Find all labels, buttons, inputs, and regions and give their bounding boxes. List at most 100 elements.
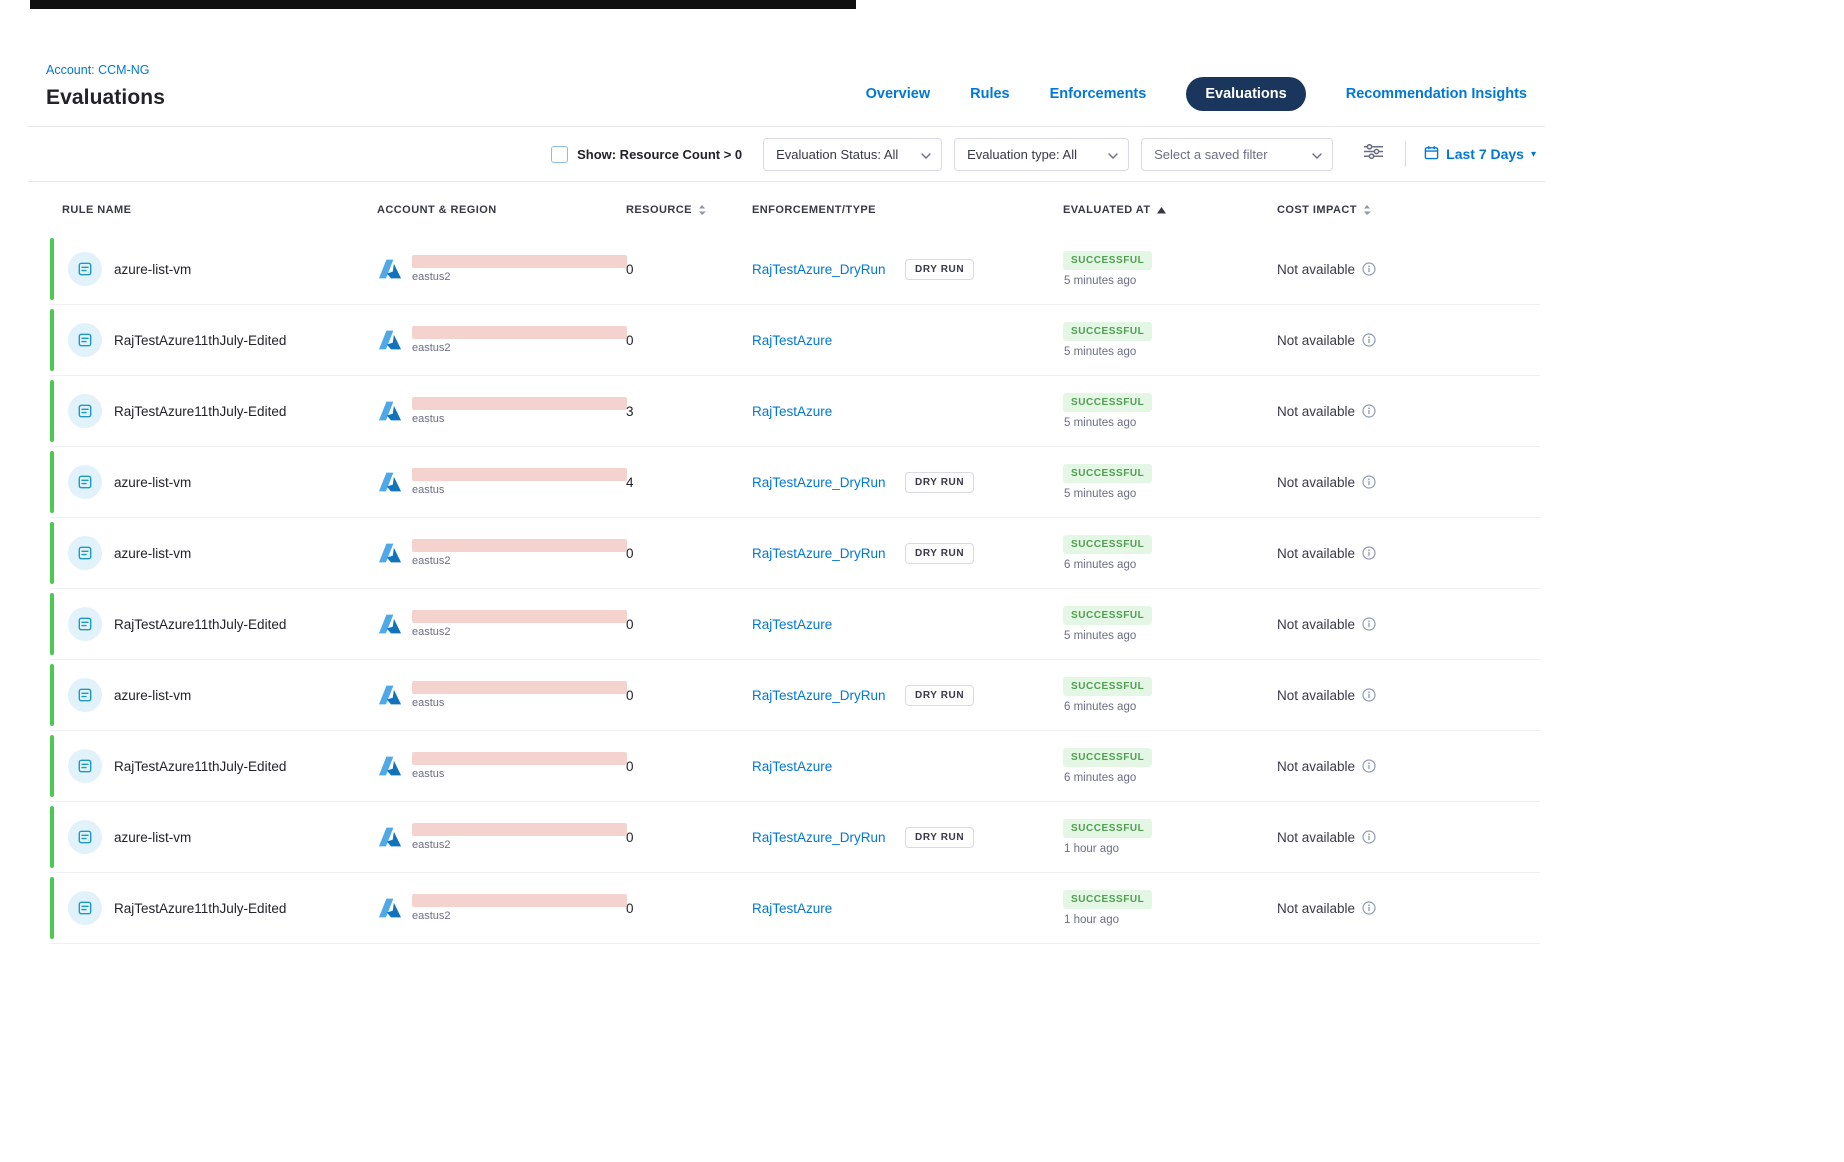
info-icon[interactable] <box>1362 404 1376 418</box>
status-badge: SUCCESSFUL <box>1063 606 1152 625</box>
cost-impact-value: Not available <box>1277 546 1355 561</box>
chevron-down-icon <box>1108 147 1118 162</box>
rule-icon <box>68 465 102 499</box>
top-dark-bar <box>30 0 856 9</box>
col-evaluated-at[interactable]: EVALUATED AT <box>1063 204 1277 216</box>
evaluated-time: 5 minutes ago <box>1063 630 1136 642</box>
evaluated-time: 6 minutes ago <box>1063 772 1136 784</box>
redacted-account-name <box>412 468 627 481</box>
info-icon[interactable] <box>1362 759 1376 773</box>
info-icon[interactable] <box>1362 901 1376 915</box>
evaluation-type-select[interactable]: Evaluation type: All <box>954 138 1129 171</box>
info-icon[interactable] <box>1362 262 1376 276</box>
rule-icon <box>68 536 102 570</box>
enforcement-link[interactable]: RajTestAzure_DryRun <box>752 688 905 703</box>
row-status-bar <box>50 593 54 655</box>
rule-icon <box>68 749 102 783</box>
table-row[interactable]: azure-list-vm eastus 4 RajTestAzure_DryR… <box>50 447 1540 518</box>
sort-asc-icon[interactable] <box>1157 207 1166 214</box>
table-row[interactable]: RajTestAzure11thJuly-Edited eastus2 0 Ra… <box>50 305 1540 376</box>
nav-item-evaluations[interactable]: Evaluations <box>1186 77 1305 111</box>
evaluation-status-select[interactable]: Evaluation Status: All <box>763 138 942 171</box>
azure-icon <box>377 398 403 424</box>
region-label: eastus2 <box>412 910 627 922</box>
enforcement-link[interactable]: RajTestAzure_DryRun <box>752 262 905 277</box>
filter-bar: Show: Resource Count > 0 Evaluation Stat… <box>28 127 1545 182</box>
saved-filter-select[interactable]: Select a saved filter <box>1141 138 1333 171</box>
redacted-account-name <box>412 681 627 694</box>
sort-icon[interactable] <box>698 204 706 216</box>
info-icon[interactable] <box>1362 475 1376 489</box>
table-row[interactable]: azure-list-vm eastus2 0 RajTestAzure_Dry… <box>50 802 1540 873</box>
status-badge: SUCCESSFUL <box>1063 890 1152 909</box>
evaluated-time: 5 minutes ago <box>1063 488 1136 500</box>
status-badge: SUCCESSFUL <box>1063 748 1152 767</box>
table-body: azure-list-vm eastus2 0 RajTestAzure_Dry… <box>50 234 1540 944</box>
enforcement-link[interactable]: RajTestAzure <box>752 333 905 348</box>
resource-count-checkbox[interactable] <box>551 146 568 163</box>
filter-settings-button[interactable] <box>1359 140 1387 168</box>
enforcement-link[interactable]: RajTestAzure <box>752 901 905 916</box>
table-row[interactable]: RajTestAzure11thJuly-Edited eastus 3 Raj… <box>50 376 1540 447</box>
table-row[interactable]: RajTestAzure11thJuly-Edited eastus2 0 Ra… <box>50 873 1540 944</box>
nav-item-enforcements[interactable]: Enforcements <box>1050 86 1147 102</box>
region-label: eastus2 <box>412 555 627 567</box>
info-icon[interactable] <box>1362 830 1376 844</box>
row-status-bar <box>50 522 54 584</box>
cost-impact-value: Not available <box>1277 688 1355 703</box>
enforcement-link[interactable]: RajTestAzure <box>752 404 905 419</box>
evaluated-time: 1 hour ago <box>1063 843 1119 855</box>
info-icon[interactable] <box>1362 546 1376 560</box>
table-row[interactable]: azure-list-vm eastus2 0 RajTestAzure_Dry… <box>50 518 1540 589</box>
redacted-account-name <box>412 752 627 765</box>
table-row[interactable]: azure-list-vm eastus2 0 RajTestAzure_Dry… <box>50 234 1540 305</box>
page-title: Evaluations <box>46 86 165 110</box>
top-nav: Overview Rules Enforcements Evaluations Reco… <box>866 77 1527 111</box>
cost-impact-value: Not available <box>1277 901 1355 916</box>
info-icon[interactable] <box>1362 333 1376 347</box>
enforcement-link[interactable]: RajTestAzure_DryRun <box>752 546 905 561</box>
resource-count-filter[interactable]: Show: Resource Count > 0 <box>551 146 742 163</box>
region-label: eastus <box>412 768 627 780</box>
nav-item-recommendation-insights[interactable]: Recommendation Insights <box>1346 86 1527 102</box>
col-account-region: ACCOUNT & REGION <box>377 204 626 216</box>
date-range-select[interactable]: Last 7 Days ▾ <box>1424 145 1536 163</box>
title-block: Account: CCM-NG Evaluations <box>46 63 165 110</box>
enforcement-link[interactable]: RajTestAzure <box>752 759 905 774</box>
region-label: eastus <box>412 413 627 425</box>
row-status-bar <box>50 806 54 868</box>
rule-icon <box>68 394 102 428</box>
rule-name: RajTestAzure11thJuly-Edited <box>114 333 286 348</box>
nav-item-rules[interactable]: Rules <box>970 86 1010 102</box>
region-label: eastus2 <box>412 626 627 638</box>
redacted-account-name <box>412 255 627 268</box>
enforcement-link[interactable]: RajTestAzure_DryRun <box>752 475 905 490</box>
table-row[interactable]: RajTestAzure11thJuly-Edited eastus 0 Raj… <box>50 731 1540 802</box>
azure-icon <box>377 327 403 353</box>
enforcement-link[interactable]: RajTestAzure <box>752 617 905 632</box>
region-label: eastus2 <box>412 839 627 851</box>
rule-name: RajTestAzure11thJuly-Edited <box>114 617 286 632</box>
account-breadcrumb[interactable]: Account: CCM-NG <box>46 63 165 77</box>
rule-name: RajTestAzure11thJuly-Edited <box>114 901 286 916</box>
filter-divider <box>1405 141 1406 167</box>
cost-impact-value: Not available <box>1277 404 1355 419</box>
sort-icon[interactable] <box>1363 204 1371 216</box>
info-icon[interactable] <box>1362 617 1376 631</box>
row-status-bar <box>50 238 54 300</box>
col-cost-impact[interactable]: COST IMPACT <box>1277 204 1540 216</box>
resource-count: 0 <box>626 759 752 774</box>
evaluated-time: 1 hour ago <box>1063 914 1119 926</box>
table-row[interactable]: azure-list-vm eastus 0 RajTestAzure_DryR… <box>50 660 1540 731</box>
info-icon[interactable] <box>1362 688 1376 702</box>
row-status-bar <box>50 380 54 442</box>
rule-icon <box>68 820 102 854</box>
nav-item-overview[interactable]: Overview <box>866 86 931 102</box>
row-status-bar <box>50 309 54 371</box>
table-row[interactable]: RajTestAzure11thJuly-Edited eastus2 0 Ra… <box>50 589 1540 660</box>
col-resource[interactable]: RESOURCE <box>626 204 752 216</box>
sliders-icon <box>1364 144 1383 164</box>
resource-count: 0 <box>626 546 752 561</box>
region-label: eastus2 <box>412 342 627 354</box>
enforcement-link[interactable]: RajTestAzure_DryRun <box>752 830 905 845</box>
